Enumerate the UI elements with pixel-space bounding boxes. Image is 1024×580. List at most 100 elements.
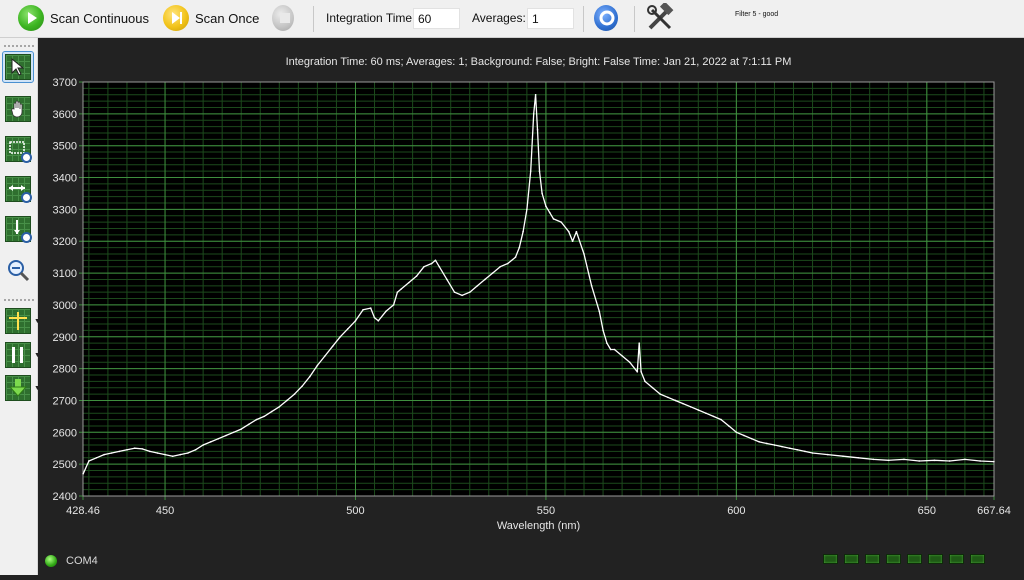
status-indicator bbox=[865, 554, 880, 564]
toolbar-grip[interactable] bbox=[4, 299, 34, 301]
marker-icon bbox=[3, 340, 33, 370]
data-point bbox=[118, 450, 121, 453]
data-point bbox=[156, 452, 159, 454]
data-point bbox=[609, 348, 612, 351]
toolbar-separator bbox=[634, 6, 635, 32]
y-tick-label: 3100 bbox=[53, 268, 77, 280]
y-tick-label: 3000 bbox=[53, 300, 77, 312]
zoom-out-tool-button[interactable] bbox=[3, 255, 33, 285]
pan-tool-button[interactable] bbox=[3, 94, 33, 124]
data-point bbox=[103, 453, 105, 456]
data-point bbox=[308, 375, 311, 378]
data-point bbox=[613, 348, 616, 351]
data-point bbox=[705, 412, 707, 415]
stop-button[interactable] bbox=[272, 4, 300, 32]
data-point bbox=[286, 399, 288, 402]
y-tick-label: 3600 bbox=[53, 109, 77, 121]
data-point bbox=[491, 272, 494, 274]
data-point bbox=[324, 355, 326, 357]
data-point bbox=[781, 445, 783, 448]
y-tick-label: 2900 bbox=[53, 332, 77, 344]
data-point bbox=[430, 262, 433, 265]
data-point bbox=[766, 442, 768, 445]
data-point bbox=[434, 259, 437, 262]
data-point bbox=[347, 328, 349, 330]
data-point bbox=[232, 431, 235, 434]
data-point bbox=[536, 128, 539, 131]
data-point bbox=[993, 460, 995, 463]
scan-once-label: Scan Once bbox=[195, 10, 260, 26]
data-point bbox=[918, 460, 920, 462]
zoom-x-tool-button[interactable] bbox=[3, 174, 33, 204]
data-point bbox=[887, 459, 890, 462]
tools-button[interactable] bbox=[645, 3, 677, 32]
scan-continuous-button[interactable]: Scan Continuous bbox=[18, 4, 150, 32]
data-point bbox=[263, 415, 265, 418]
data-point bbox=[217, 437, 220, 440]
data-point bbox=[571, 240, 574, 243]
data-point bbox=[979, 460, 981, 462]
zoom-box-tool-button[interactable] bbox=[3, 134, 33, 164]
data-point bbox=[804, 450, 806, 453]
x-tick-label: 550 bbox=[537, 505, 555, 517]
data-point bbox=[408, 281, 410, 284]
magnifier-minus-icon bbox=[3, 255, 33, 285]
y-tick-label: 3500 bbox=[53, 141, 77, 153]
toolbar-grip[interactable] bbox=[4, 45, 34, 47]
data-point bbox=[640, 371, 642, 373]
status-indicator bbox=[844, 554, 859, 564]
integration-time-input[interactable] bbox=[413, 8, 460, 29]
cursor-tool-button[interactable]: ▼ bbox=[3, 306, 41, 336]
data-point bbox=[468, 291, 471, 293]
arrow-pointer-icon bbox=[3, 52, 33, 82]
marker-tool-button[interactable]: ▼ bbox=[3, 340, 41, 370]
data-point bbox=[538, 170, 541, 172]
status-indicator bbox=[823, 554, 838, 564]
data-point bbox=[628, 361, 631, 364]
data-point bbox=[141, 448, 143, 450]
y-tick-label: 3400 bbox=[53, 173, 77, 185]
export-tool-button[interactable]: ▼ bbox=[3, 373, 41, 403]
data-point bbox=[377, 320, 380, 322]
data-point bbox=[567, 230, 570, 233]
magnifier-icon bbox=[21, 192, 32, 203]
toolbar: Scan Continuous Scan Once Integration Ti… bbox=[0, 0, 1024, 38]
y-tick-label: 3200 bbox=[53, 236, 77, 248]
toolbar-separator bbox=[583, 6, 584, 32]
spectrum-chart[interactable]: 428.46 450 500 550 600 650 667.64 2400 2500 2600 2… bbox=[39, 38, 1024, 575]
data-point bbox=[369, 307, 372, 309]
data-point bbox=[415, 275, 418, 278]
scan-once-button[interactable]: Scan Once bbox=[163, 4, 263, 32]
data-point bbox=[339, 335, 342, 338]
data-point bbox=[697, 409, 700, 411]
data-point bbox=[674, 399, 677, 402]
x-tick-label: 650 bbox=[918, 505, 936, 517]
data-point bbox=[948, 460, 951, 462]
y-tick-label: 2400 bbox=[53, 491, 77, 503]
zoom-y-tool-button[interactable] bbox=[3, 214, 33, 244]
data-point bbox=[933, 459, 936, 462]
data-point bbox=[514, 256, 517, 258]
data-point bbox=[788, 447, 791, 450]
data-point bbox=[88, 460, 90, 462]
data-point bbox=[606, 342, 608, 344]
data-point bbox=[164, 453, 166, 456]
data-point bbox=[522, 230, 524, 233]
data-point bbox=[689, 406, 692, 408]
x-tick-label: 667.64 bbox=[977, 505, 1011, 517]
stop-icon bbox=[272, 5, 294, 31]
data-point bbox=[796, 449, 799, 451]
data-point bbox=[209, 441, 212, 443]
data-point bbox=[811, 452, 814, 454]
data-point bbox=[842, 455, 844, 457]
data-point bbox=[735, 431, 738, 434]
data-point bbox=[651, 386, 654, 389]
averages-input[interactable] bbox=[527, 8, 574, 29]
select-tool-button[interactable] bbox=[2, 51, 34, 83]
integration-time-label: Integration Time: bbox=[326, 11, 416, 25]
data-point bbox=[541, 192, 543, 195]
data-point bbox=[507, 262, 509, 265]
data-point bbox=[750, 437, 753, 440]
data-point bbox=[438, 265, 441, 268]
record-button[interactable] bbox=[594, 4, 624, 32]
